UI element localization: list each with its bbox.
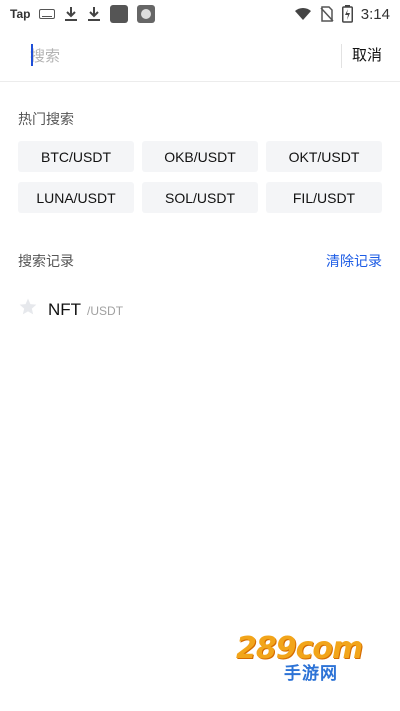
hot-search-chip[interactable]: LUNA/USDT <box>18 182 134 213</box>
history-item-quote: /USDT <box>87 304 124 318</box>
hot-search-chip[interactable]: OKB/USDT <box>142 141 258 172</box>
search-input[interactable] <box>30 44 330 68</box>
wifi-icon <box>294 7 311 20</box>
history-item-base: NFT <box>48 300 82 319</box>
status-left: Tap <box>10 5 156 23</box>
status-right: 3:14 <box>294 5 390 23</box>
hot-search-list: BTC/USDT OKB/USDT OKT/USDT LUNA/USDT SOL… <box>18 141 383 213</box>
download-icon <box>65 7 78 21</box>
hot-search-title: 热门搜索 <box>18 111 74 127</box>
hot-search-chip[interactable]: BTC/USDT <box>18 141 134 172</box>
watermark-logo: 289com 手游网 <box>236 631 376 684</box>
download-icon <box>88 7 101 21</box>
cancel-button[interactable]: 取消 <box>352 44 382 65</box>
status-bar: Tap 3:14 <box>0 0 400 28</box>
history-item[interactable]: NFT /USDT <box>18 295 123 320</box>
keyboard-icon <box>39 9 56 19</box>
app-icon <box>137 5 156 23</box>
star-icon[interactable] <box>18 297 38 317</box>
text-cursor <box>31 44 33 66</box>
status-time: 3:14 <box>360 5 390 23</box>
app-icon <box>110 5 129 23</box>
battery-charging-icon <box>341 5 353 23</box>
hot-search-chip[interactable]: OKT/USDT <box>266 141 382 172</box>
header-divider <box>341 44 342 68</box>
no-sim-icon <box>320 6 334 22</box>
search-header: 取消 <box>0 30 400 82</box>
status-app-label: Tap <box>10 7 31 21</box>
search-history-title: 搜索记录 <box>18 253 74 269</box>
hot-search-chip[interactable]: SOL/USDT <box>142 182 258 213</box>
clear-history-button[interactable]: 清除记录 <box>326 251 382 271</box>
hot-search-chip[interactable]: FIL/USDT <box>266 182 382 213</box>
watermark-sub-text: 手游网 <box>284 664 338 684</box>
